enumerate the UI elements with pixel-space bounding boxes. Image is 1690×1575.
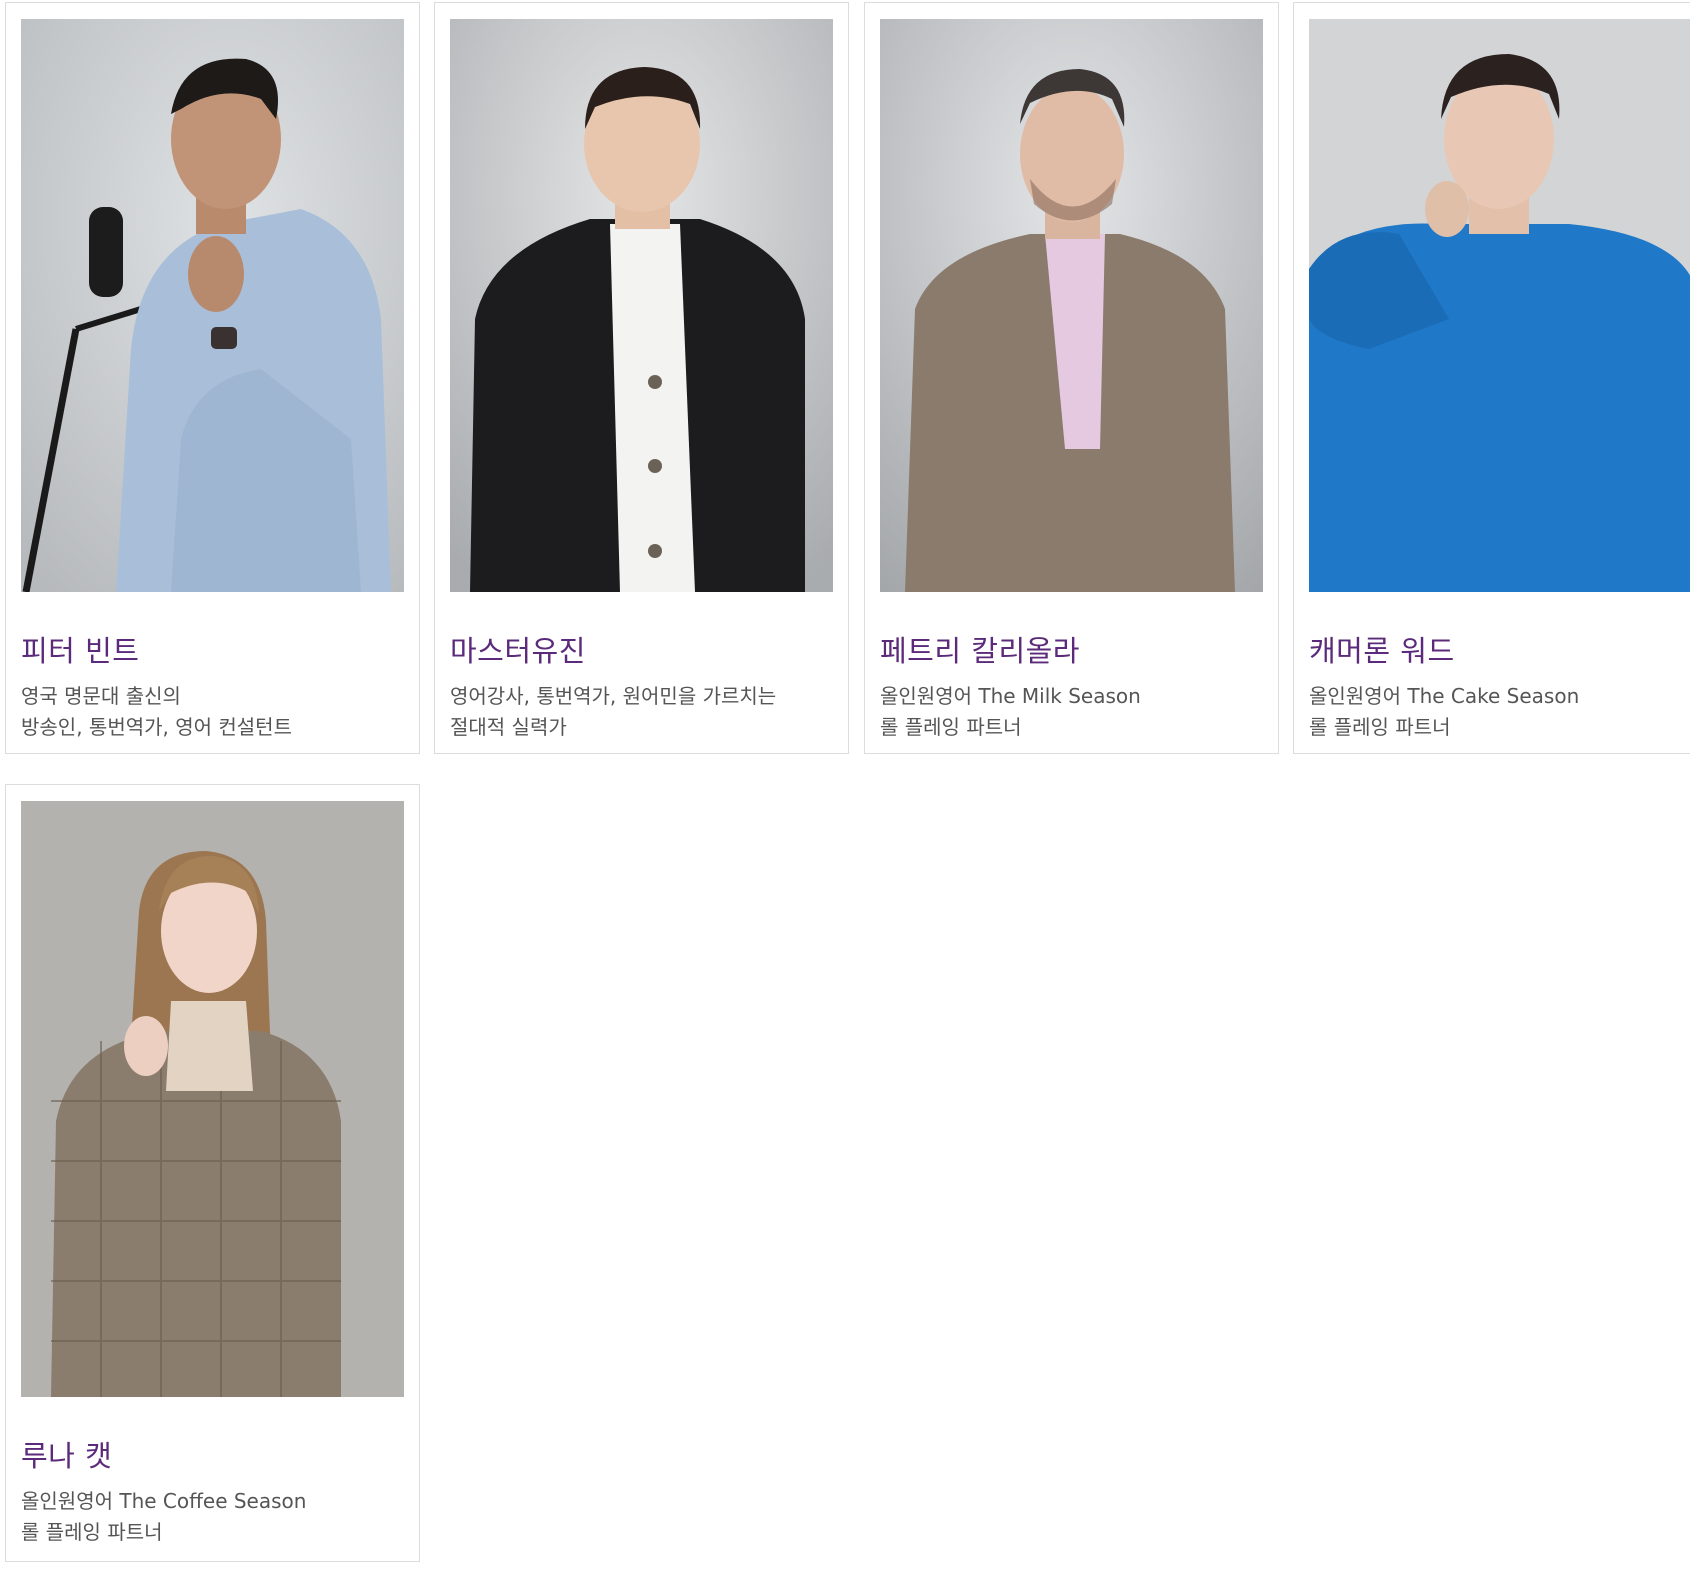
partner-description-line: 방송인, 통번역가, 영어 컨설턴트 — [21, 715, 292, 739]
partner-description-line: 올인원영어 The Milk Season — [880, 684, 1141, 708]
partner-name: 루나 캣 — [21, 1439, 113, 1473]
partner-description-line: 절대적 실력가 — [450, 715, 567, 739]
partner-description-line: 롤 플레잉 파트너 — [880, 715, 1022, 739]
partner-card-cameron[interactable]: 캐머론 워드 올인원영어 The Cake Season 롤 플레잉 파트너 — [1293, 2, 1690, 754]
partner-name: 캐머론 워드 — [1309, 634, 1455, 668]
partner-card-peter[interactable]: 피터 빈트 영국 명문대 출신의 방송인, 통번역가, 영어 컨설턴트 — [5, 2, 420, 754]
partner-photo — [450, 19, 833, 592]
partner-card-petri[interactable]: 페트리 칼리올라 올인원영어 The Milk Season 롤 플레잉 파트너 — [864, 2, 1279, 754]
partner-photo — [880, 19, 1263, 592]
partner-description-line: 롤 플레잉 파트너 — [21, 1520, 163, 1544]
partner-description-line: 영어강사, 통번역가, 원어민을 가르치는 — [450, 684, 777, 708]
partner-name: 마스터유진 — [450, 634, 586, 668]
partner-description-line: 롤 플레잉 파트너 — [1309, 715, 1451, 739]
partner-description: 영국 명문대 출신의 방송인, 통번역가, 영어 컨설턴트 — [21, 681, 292, 743]
partner-name: 페트리 칼리올라 — [880, 634, 1080, 668]
partner-grid: 피터 빈트 영국 명문대 출신의 방송인, 통번역가, 영어 컨설턴트 마스터유… — [0, 0, 1690, 1575]
partner-description: 올인원영어 The Milk Season 롤 플레잉 파트너 — [880, 681, 1141, 743]
partner-card-luna[interactable]: 루나 캣 올인원영어 The Coffee Season 롤 플레잉 파트너 — [5, 784, 420, 1562]
partner-name: 피터 빈트 — [21, 634, 140, 668]
partner-description: 올인원영어 The Cake Season 롤 플레잉 파트너 — [1309, 681, 1579, 743]
partner-description-line: 올인원영어 The Cake Season — [1309, 684, 1580, 708]
partner-description: 올인원영어 The Coffee Season 롤 플레잉 파트너 — [21, 1486, 306, 1548]
partner-card-master-eugene[interactable]: 마스터유진 영어강사, 통번역가, 원어민을 가르치는 절대적 실력가 — [434, 2, 849, 754]
partner-photo — [21, 801, 404, 1397]
partner-photo — [1309, 19, 1690, 592]
partner-photo — [21, 19, 404, 592]
partner-description-line: 영국 명문대 출신의 — [21, 684, 181, 708]
partner-description: 영어강사, 통번역가, 원어민을 가르치는 절대적 실력가 — [450, 681, 776, 743]
partner-description-line: 올인원영어 The Coffee Season — [21, 1489, 307, 1513]
